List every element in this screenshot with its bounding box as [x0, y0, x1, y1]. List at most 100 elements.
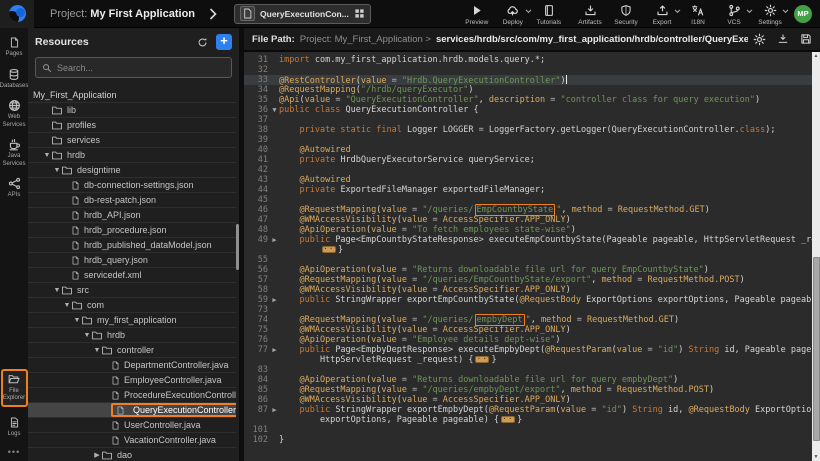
- code-line[interactable]: 102}: [244, 435, 812, 445]
- code-line[interactable]: 74 @RequestMapping(value = "/queries/emp…: [244, 315, 812, 325]
- tree-item-procedureexecutioncontroller.java[interactable]: ProcedureExecutionController.java: [28, 388, 236, 403]
- download-icon[interactable]: [777, 33, 789, 46]
- tree-item-designtime[interactable]: ▼designtime: [28, 163, 236, 178]
- folded-code-badge[interactable]: ···: [475, 356, 489, 363]
- tree-item-hrdb_published_datamodel.json[interactable]: hrdb_published_dataModel.json: [28, 238, 236, 253]
- folded-code-badge[interactable]: ···: [501, 416, 515, 423]
- tool-vcs[interactable]: VCS: [720, 4, 748, 26]
- caret-expanded-icon[interactable]: ▼: [43, 152, 51, 159]
- chevron-down-icon[interactable]: [674, 9, 681, 14]
- fold-marker-icon[interactable]: ▶: [270, 405, 279, 415]
- tree-item-db-rest-patch.json[interactable]: db-rest-patch.json: [28, 193, 236, 208]
- code-line[interactable]: 101: [244, 425, 812, 435]
- rail-item-file-explorer[interactable]: FileExplorer: [1, 369, 28, 407]
- tree-item-profiles[interactable]: profiles: [28, 118, 236, 133]
- code-line[interactable]: 55: [244, 255, 812, 265]
- code-line[interactable]: HttpServletRequest _request) {···}: [244, 355, 812, 365]
- caret-expanded-icon[interactable]: ▼: [83, 332, 91, 339]
- tree-item-my_first_application[interactable]: My_First_Application: [28, 88, 236, 103]
- tree-item-lib[interactable]: lib: [28, 103, 236, 118]
- code-line[interactable]: 77▶ public Page<EmpbyDeptResponse> execu…: [244, 345, 812, 355]
- app-logo[interactable]: [0, 0, 34, 28]
- folded-code-badge[interactable]: ···: [322, 246, 336, 253]
- tree-item-hrdb_api.json[interactable]: hrdb_API.json: [28, 208, 236, 223]
- code-area[interactable]: 31import com.my_first_application.hrdb.m…: [244, 52, 812, 461]
- code-line[interactable]: 76 @ApiOperation(value = "Employee detai…: [244, 335, 812, 345]
- code-line[interactable]: 73: [244, 305, 812, 315]
- code-line[interactable]: 58 @WMAccessVisibility(value = AccessSpe…: [244, 285, 812, 295]
- code-line[interactable]: 46 @RequestMapping(value = "/queries/Emp…: [244, 205, 812, 215]
- code-line[interactable]: 83: [244, 365, 812, 375]
- more-options-icon[interactable]: •••: [8, 447, 20, 457]
- tool-security[interactable]: Security: [612, 4, 640, 26]
- tree-item-usercontroller.java[interactable]: UserController.java: [28, 418, 236, 433]
- tree-item-src[interactable]: ▼src: [28, 283, 236, 298]
- tree-item-com[interactable]: ▼com: [28, 298, 236, 313]
- gear-icon[interactable]: [753, 33, 766, 46]
- code-line[interactable]: 59▶ public StringWrapper exportEmpCountb…: [244, 295, 812, 305]
- tree-item-vacationcontroller.java[interactable]: VacationController.java: [28, 433, 236, 448]
- code-editor[interactable]: 31import com.my_first_application.hrdb.m…: [244, 52, 820, 461]
- fold-marker-icon[interactable]: ▶: [270, 345, 279, 355]
- tree-scrollbar[interactable]: [236, 224, 239, 270]
- code-line[interactable]: ···}: [244, 245, 812, 255]
- caret-expanded-icon[interactable]: ▼: [63, 302, 71, 309]
- code-line[interactable]: 32: [244, 65, 812, 75]
- code-line[interactable]: exportOptions, Pageable pageable) {···}: [244, 415, 812, 425]
- tree-item-controller[interactable]: ▼controller: [28, 343, 236, 358]
- tool-export[interactable]: Export: [648, 4, 676, 26]
- rail-item-logs[interactable]: Logs: [0, 416, 28, 439]
- tool-tutorials[interactable]: Tutorials: [535, 4, 563, 26]
- search-input[interactable]: [57, 63, 225, 73]
- tool-i18n[interactable]: I18N: [684, 4, 712, 26]
- caret-expanded-icon[interactable]: ▼: [53, 167, 61, 174]
- code-line[interactable]: 33@RestController(value = "Hrdb.QueryExe…: [244, 75, 812, 85]
- code-line[interactable]: 43 @Autowired: [244, 175, 812, 185]
- rail-item-databases[interactable]: Databases: [0, 68, 28, 91]
- code-line[interactable]: 39: [244, 135, 812, 145]
- tree-item-services[interactable]: services: [28, 133, 236, 148]
- code-line[interactable]: 37: [244, 115, 812, 125]
- code-line[interactable]: 42: [244, 165, 812, 175]
- code-line[interactable]: 87▶ public StringWrapper exportEmpbyDept…: [244, 405, 812, 415]
- rail-item-pages[interactable]: Pages: [0, 36, 28, 59]
- tree-item-queryexecutioncontroller.java[interactable]: QueryExecutionController.java: [28, 403, 236, 418]
- tree-item-dao[interactable]: ▶dao: [28, 448, 236, 461]
- chevron-right-icon[interactable]: [209, 8, 218, 20]
- tree-item-departmentcontroller.java[interactable]: DepartmentController.java: [28, 358, 236, 373]
- caret-expanded-icon[interactable]: ▼: [93, 347, 101, 354]
- code-line[interactable]: 44 private ExportedFileManager exportedF…: [244, 185, 812, 195]
- fold-marker-icon[interactable]: ▼: [270, 105, 279, 115]
- code-line[interactable]: 75 @WMAccessVisibility(value = AccessSpe…: [244, 325, 812, 335]
- user-avatar[interactable]: MP: [794, 5, 812, 23]
- grid-icon[interactable]: [354, 8, 365, 19]
- fold-marker-icon[interactable]: ▶: [270, 235, 279, 245]
- scrollbar-thumb[interactable]: [813, 257, 820, 441]
- scroll-down-arrow[interactable]: ▼: [812, 453, 820, 461]
- code-line[interactable]: 35@Api(value = "QueryExecutionController…: [244, 95, 812, 105]
- chevron-down-icon[interactable]: [525, 9, 532, 14]
- code-line[interactable]: 86 @WMAccessVisibility(value = AccessSpe…: [244, 395, 812, 405]
- rail-item-web-services[interactable]: WebServices: [0, 99, 28, 129]
- refresh-icon[interactable]: [197, 37, 208, 48]
- code-line[interactable]: 57 @RequestMapping(value = "/queries/Emp…: [244, 275, 812, 285]
- tool-preview[interactable]: Preview: [463, 4, 491, 26]
- code-line[interactable]: 36▼public class QueryExecutionController…: [244, 105, 812, 115]
- code-line[interactable]: 41 private HrdbQueryExecutorService quer…: [244, 155, 812, 165]
- tab-query-execution-controller[interactable]: QueryExecutionCon...: [234, 4, 371, 24]
- caret-expanded-icon[interactable]: ▼: [73, 317, 81, 324]
- tree-item-hrdb[interactable]: ▼hrdb: [28, 328, 236, 343]
- editor-scrollbar[interactable]: ▲ ▼: [812, 52, 820, 461]
- tree-item-hrdb_query.json[interactable]: hrdb_query.json: [28, 253, 236, 268]
- tool-settings[interactable]: Settings: [756, 4, 784, 26]
- tool-artifacts[interactable]: Artifacts: [576, 4, 604, 26]
- add-resource-button[interactable]: +: [216, 34, 232, 50]
- fold-marker-icon[interactable]: ▶: [270, 295, 279, 305]
- tree-item-my_first_application[interactable]: ▼my_first_application: [28, 313, 236, 328]
- tool-deploy[interactable]: Deploy: [499, 4, 527, 26]
- tree-item-hrdb_procedure.json[interactable]: hrdb_procedure.json: [28, 223, 236, 238]
- code-line[interactable]: 48 @ApiOperation(value = "To fetch emplo…: [244, 225, 812, 235]
- tree-item-hrdb[interactable]: ▼hrdb: [28, 148, 236, 163]
- tree-item-servicedef.xml[interactable]: servicedef.xml: [28, 268, 236, 283]
- code-line[interactable]: 56 @ApiOperation(value = "Returns downlo…: [244, 265, 812, 275]
